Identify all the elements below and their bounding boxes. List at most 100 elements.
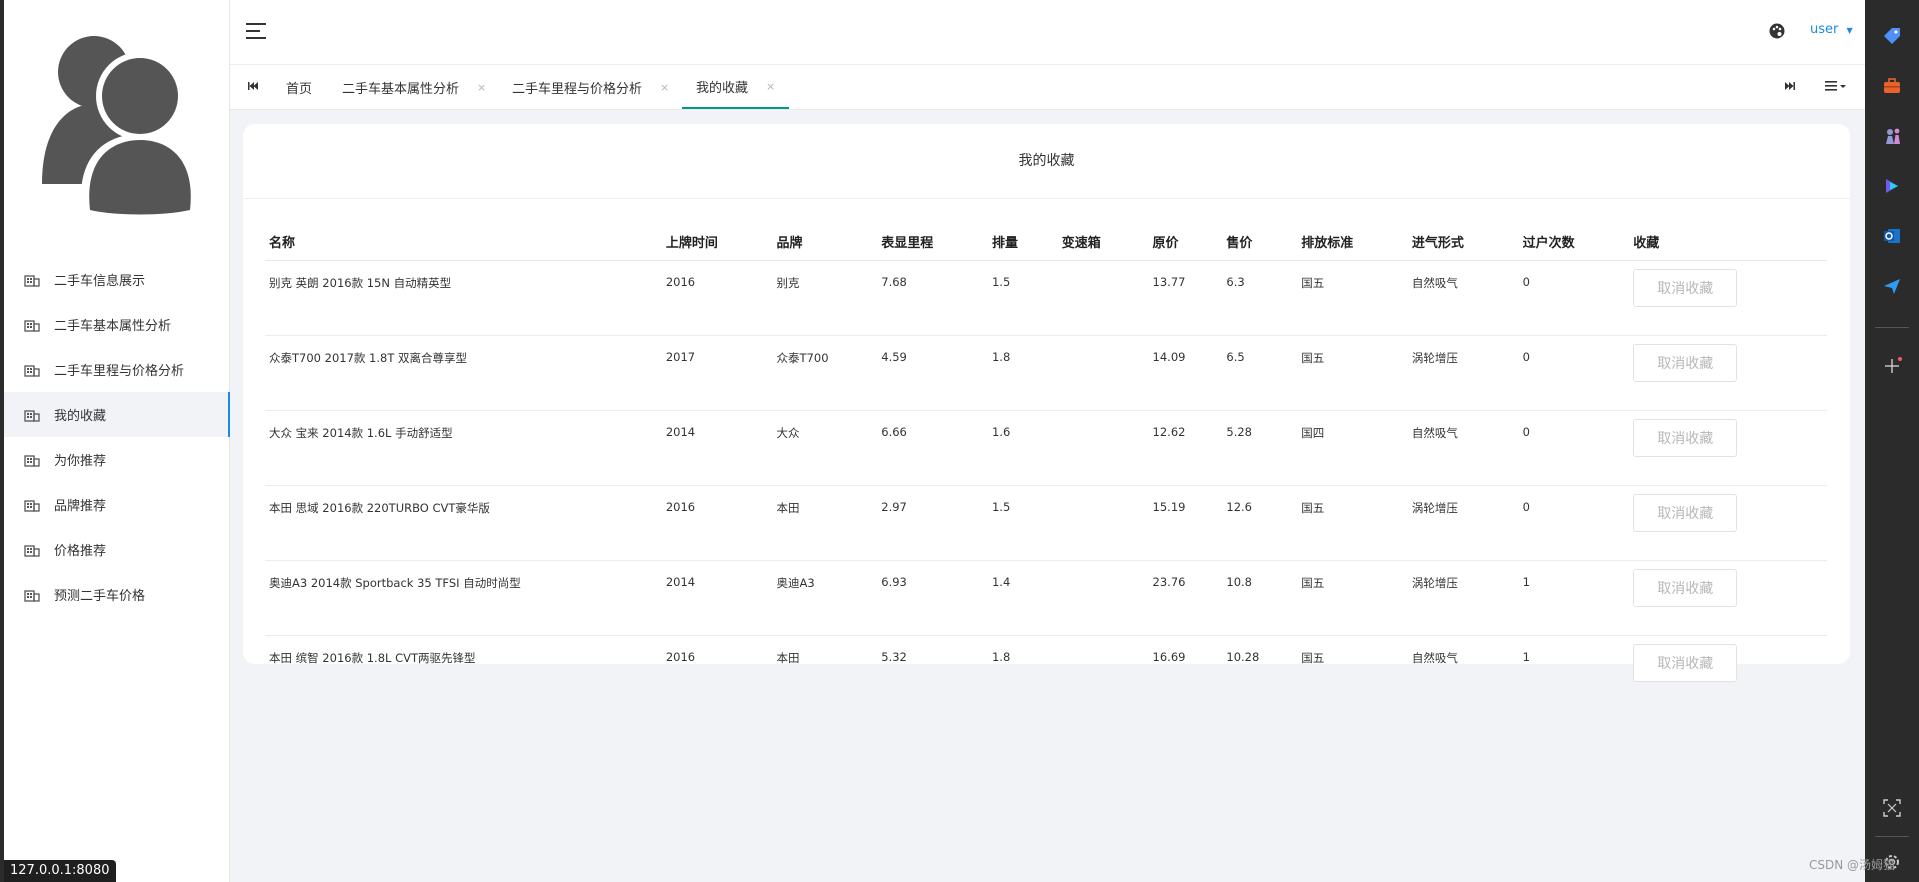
cell-displacement: 1.6: [987, 410, 1058, 486]
cell-price: 5.28: [1222, 410, 1298, 486]
cell-gearbox: [1057, 335, 1149, 411]
sidebar-item-label: 为你推荐: [54, 454, 107, 469]
sidebar-item-brand-recommend[interactable]: 品牌推荐: [4, 482, 229, 527]
cell-name: 别克 英朗 2016款 15N 自动精英型: [265, 260, 662, 336]
cell-displacement: 1.8: [987, 335, 1058, 411]
users-avatar-icon: [42, 36, 198, 219]
column-header: 进气形式: [1407, 222, 1519, 261]
copilot-icon[interactable]: [1882, 176, 1902, 196]
sidebar-item-label: 预测二手车价格: [54, 589, 146, 604]
cell-gearbox: [1057, 410, 1149, 486]
building-icon: [24, 454, 40, 467]
sidebar-item-recommend[interactable]: 为你推荐: [4, 437, 229, 482]
tab-bar: 首页 二手车基本属性分析 × 二手车里程与价格分析 × 我的收藏 ×: [230, 65, 1865, 110]
cell-transfers: 1: [1518, 560, 1630, 636]
column-header: 排放标准: [1297, 222, 1408, 261]
column-header: 原价: [1148, 222, 1223, 261]
user-menu[interactable]: user ▼: [1810, 22, 1853, 37]
cell-intake: 涡轮增压: [1407, 485, 1519, 561]
building-icon: [24, 409, 40, 422]
cell-price: 12.6: [1222, 485, 1298, 561]
column-header: 排量: [987, 222, 1058, 261]
cell-brand: 大众: [772, 410, 878, 486]
cell-emission: 国五: [1297, 560, 1408, 636]
cell-brand: 别克: [772, 260, 878, 336]
table-row: 本田 缤智 2016款 1.8L CVT两驱先锋型 2016 本田 5.32 1…: [265, 636, 1827, 711]
cell-action: 取消收藏: [1629, 560, 1827, 636]
sidebar-item-car-info[interactable]: 二手车信息展示: [4, 257, 229, 302]
send-icon[interactable]: [1882, 276, 1902, 296]
sidebar: 二手车信息展示 二手车基本属性分析 二手车里程与价格分析 我的收藏 为你推荐 品…: [4, 0, 230, 882]
cell-transfers: 1: [1522, 650, 1530, 664]
cell-gearbox: [1058, 636, 1149, 711]
scroll-first-icon[interactable]: [246, 79, 260, 93]
tab-options-icon[interactable]: [1824, 79, 1848, 93]
cell-emission: 国五: [1301, 651, 1325, 665]
tab-favorites[interactable]: 我的收藏 ×: [682, 65, 790, 109]
sidebar-item-basic-analysis[interactable]: 二手车基本属性分析: [4, 302, 229, 347]
cell-displacement: 1.5: [987, 485, 1058, 561]
tab-label: 二手车基本属性分析: [342, 81, 460, 97]
close-icon[interactable]: ×: [477, 81, 486, 94]
plus-icon[interactable]: [1882, 356, 1902, 376]
status-url: 127.0.0.1:8080: [4, 860, 116, 882]
cell-intake: 自然吸气: [1407, 260, 1519, 336]
scroll-last-icon[interactable]: [1783, 79, 1797, 93]
cell-mileage: 4.59: [877, 335, 988, 411]
cell-action: 取消收藏: [1629, 410, 1827, 486]
cell-name: 奥迪A3 2014款 Sportback 35 TFSI 自动时尚型: [265, 560, 662, 636]
tab-mileage-price[interactable]: 二手车里程与价格分析 ×: [512, 65, 669, 109]
unfavorite-button[interactable]: 取消收藏: [1633, 644, 1738, 682]
sidebar-item-mileage-price[interactable]: 二手车里程与价格分析: [4, 347, 229, 392]
close-icon[interactable]: ×: [766, 80, 775, 93]
column-header: 变速箱: [1057, 222, 1149, 261]
browser-sidebar: [1865, 0, 1919, 882]
cell-brand: 本田: [772, 485, 878, 561]
sidebar-item-price-recommend[interactable]: 价格推荐: [4, 527, 229, 572]
unfavorite-button[interactable]: 取消收藏: [1633, 344, 1738, 382]
column-header: 品牌: [772, 222, 878, 261]
cell-emission: 国五: [1297, 335, 1408, 411]
tab-basic-analysis[interactable]: 二手车基本属性分析 ×: [342, 65, 486, 109]
cell-action: 取消收藏: [1629, 335, 1827, 411]
cell-orig-price: 15.19: [1148, 485, 1223, 561]
sidebar-item-predict-price[interactable]: 预测二手车价格: [4, 572, 229, 617]
table-header-row: 名称 上牌时间 品牌 表显里程 排量 变速箱 原价 售价 排放标准 进气形式 过…: [265, 222, 1827, 261]
cell-intake: 自然吸气: [1411, 651, 1458, 665]
cell-name: 大众 宝来 2014款 1.6L 手动舒适型: [265, 410, 662, 486]
tag-icon[interactable]: [1882, 26, 1902, 46]
close-icon[interactable]: ×: [660, 81, 669, 94]
unfavorite-button[interactable]: 取消收藏: [1633, 494, 1738, 532]
cell-brand: 奥迪A3: [772, 560, 878, 636]
chess-icon[interactable]: [1882, 126, 1902, 146]
cell-mileage: 6.66: [877, 410, 988, 486]
palette-icon[interactable]: [1769, 23, 1785, 39]
caret-down-icon: ▼: [1846, 26, 1853, 35]
cell-intake: 涡轮增压: [1407, 335, 1519, 411]
outlook-icon[interactable]: [1882, 226, 1902, 246]
cell-price: 10.28: [1226, 650, 1260, 664]
screenshot-icon[interactable]: [1882, 798, 1902, 818]
cell-year: 2016: [661, 260, 773, 336]
building-icon: [24, 544, 40, 557]
cell-name: 本田 缤智 2016款 1.8L CVT两驱先锋型: [269, 651, 476, 665]
unfavorite-button[interactable]: 取消收藏: [1633, 569, 1738, 607]
cell-brand: 本田: [776, 651, 800, 665]
cell-year: 2016: [665, 650, 696, 664]
cell-transfers: 0: [1518, 260, 1630, 336]
tab-home[interactable]: 首页: [286, 65, 312, 109]
unfavorite-button[interactable]: 取消收藏: [1633, 269, 1738, 307]
cell-transfers: 0: [1518, 335, 1630, 411]
briefcase-icon[interactable]: [1882, 76, 1902, 96]
sidebar-toggle-icon[interactable]: [246, 22, 268, 40]
column-header: 表显里程: [877, 222, 988, 261]
cell-action: 取消收藏: [1629, 485, 1827, 561]
sidebar-menu: 二手车信息展示 二手车基本属性分析 二手车里程与价格分析 我的收藏 为你推荐 品…: [4, 257, 230, 617]
cell-transfers: 0: [1518, 410, 1630, 486]
cell-gearbox: [1057, 485, 1149, 561]
table-row: 本田 思域 2016款 220TURBO CVT豪华版 2016 本田 2.97…: [265, 485, 1827, 561]
unfavorite-button[interactable]: 取消收藏: [1633, 419, 1738, 457]
cell-mileage: 7.68: [877, 260, 988, 336]
table-row: 众泰T700 2017款 1.8T 双离合尊享型 2017 众泰T700 4.5…: [265, 335, 1827, 411]
sidebar-item-favorites[interactable]: 我的收藏: [4, 392, 230, 437]
